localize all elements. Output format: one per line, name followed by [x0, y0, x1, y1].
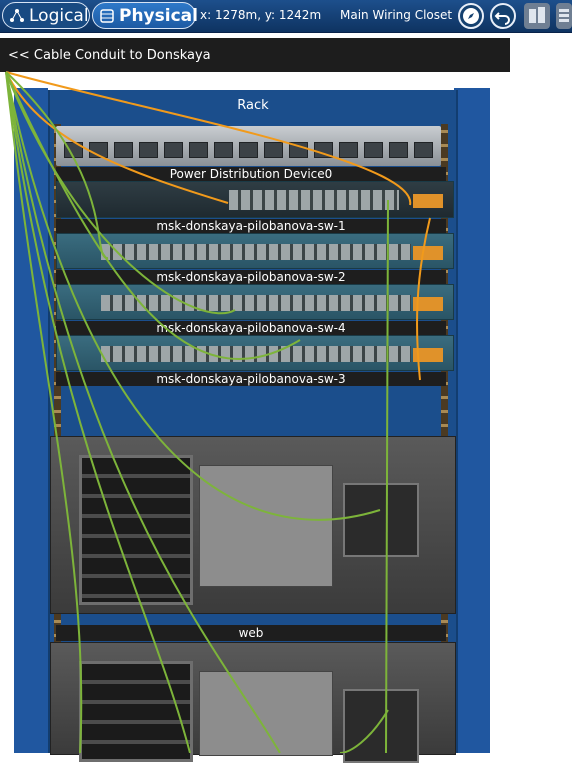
- cable-green-3: [5, 71, 301, 360]
- cable-orange-1: [5, 71, 229, 204]
- cable-orange-3: [416, 217, 431, 381]
- cable-orange-2: [5, 71, 412, 206]
- cable-overlay: [5, 71, 431, 753]
- cable-green-9: [339, 709, 389, 753]
- cable-green-8: [385, 199, 389, 753]
- cable-green-6: [5, 71, 191, 753]
- cable-green-5: [5, 71, 83, 753]
